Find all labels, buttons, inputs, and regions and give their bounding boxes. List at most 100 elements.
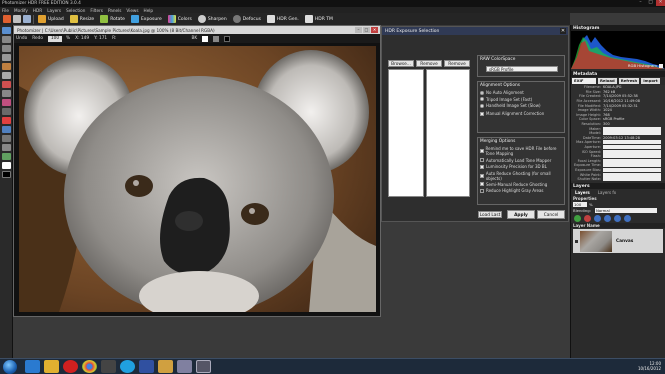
move-tool-icon[interactable] [2,27,11,34]
radio-no-auto-alignment[interactable]: No Auto Alignment [480,90,562,95]
image-close-button[interactable]: ✕ [371,27,378,33]
image-minimize-button[interactable]: – [355,27,362,33]
radio-handheld-image-set[interactable]: Handheld Image Set (Slow) [480,103,562,108]
metadata-value[interactable] [603,149,661,154]
check-auto-load-tone-mapper[interactable]: Automatically Load Tone Mapper [480,158,562,163]
undo-button[interactable]: Undo [16,36,27,41]
vpn-taskbar-icon[interactable] [139,360,154,373]
red-eye-tool-icon[interactable] [2,117,11,124]
colorspace-select[interactable]: sRGB Profile [486,66,558,72]
metadata-format-select[interactable]: EXIF [572,78,596,84]
exposure-list-left[interactable] [388,69,424,197]
system-clock[interactable]: 12:00 10/16/2012 [638,361,661,371]
menu-filters[interactable]: Filters [90,8,103,13]
add-layer-icon[interactable] [574,215,581,223]
lasso-tool-icon[interactable] [2,45,11,52]
exposure-list-right[interactable] [426,69,470,197]
redo-button[interactable]: Redo [32,36,43,41]
remove-button[interactable]: Remove [416,60,442,67]
menu-panels[interactable]: Panels [108,8,121,13]
koala-photo[interactable] [19,46,376,312]
menu-selection[interactable]: Selection [66,8,85,13]
image-maximize-button[interactable]: □ [363,27,370,33]
histogram-mode-checkbox[interactable] [659,64,663,68]
steam-taskbar-icon[interactable] [101,360,116,373]
metadata-value[interactable] [603,163,661,168]
layer-row-canvas[interactable]: Canvas [573,229,663,254]
skype-taskbar-icon[interactable] [120,360,135,373]
menu-views[interactable]: Views [126,8,138,13]
zoom-input[interactable]: 100 [48,35,63,42]
hdr-tm-button[interactable]: HDR TM [304,15,333,23]
chrome-taskbar-icon[interactable] [82,360,97,373]
metadata-value[interactable] [603,126,661,131]
metadata-value[interactable] [603,177,661,182]
reload-button[interactable]: Reload [598,78,617,84]
check-remind-save-hdr[interactable]: Remind me to save HDR File before Tone M… [480,146,562,156]
explorer-taskbar-icon[interactable] [44,360,59,373]
layer-down-icon[interactable] [604,215,611,223]
exposure-button[interactable]: Exposure [130,15,162,23]
menu-help[interactable]: Help [144,8,154,13]
defocus-button[interactable]: Defocus [232,15,261,23]
foreground-color-swatch[interactable] [2,162,11,169]
metadata-value[interactable] [603,158,661,163]
save-icon[interactable] [23,15,31,23]
eyedropper-tool-icon[interactable] [2,126,11,133]
menu-layers[interactable]: Layers [47,8,61,13]
refresh-button[interactable]: Refresh [618,78,640,84]
folder-taskbar-icon[interactable] [158,360,173,373]
select-tool-icon[interactable] [2,36,11,43]
fill-tool-icon[interactable] [2,99,11,106]
bk-black-swatch[interactable] [224,35,231,42]
load-last-button[interactable]: Load Last [478,211,502,218]
remove-all-button[interactable]: Remove All [444,60,470,74]
upload-button[interactable]: Upload [38,15,64,23]
check-auto-reduce-ghosting[interactable]: Auto Reduce Ghosting (for small objects) [480,171,562,181]
text-tool-icon[interactable] [2,108,11,115]
bk-white-swatch[interactable] [202,35,209,42]
minimize-button[interactable]: – [636,0,645,6]
smudge-tool-icon[interactable] [2,90,11,97]
check-reduce-highlight-gray[interactable]: Reduce Highlight Gray Areas [480,188,562,193]
menu-file[interactable]: File [2,8,9,13]
menu-hdr[interactable]: HDR [33,8,42,13]
metadata-value[interactable] [603,154,661,159]
sharpen-button[interactable]: Sharpen [197,15,227,23]
eraser-tool-icon[interactable] [2,72,11,79]
maximize-button[interactable]: □ [646,0,655,6]
opacity-input[interactable]: 100 [573,201,587,207]
rotate-button[interactable]: Rotate [100,15,125,23]
tab-layers-fx[interactable]: Layers fx [594,190,620,195]
duplicate-layer-icon[interactable] [624,215,631,223]
metadata-value[interactable] [603,145,661,150]
shape-tool-icon[interactable] [2,153,11,160]
photomizer-taskbar-icon[interactable] [196,360,211,373]
crop-tool-icon[interactable] [2,54,11,61]
colors-button[interactable]: Colors [167,15,192,23]
tab-layers[interactable]: Layers [571,190,594,195]
zoom-tool-icon[interactable] [2,135,11,142]
opera-taskbar-icon[interactable] [63,360,78,373]
layer-up-icon[interactable] [594,215,601,223]
resize-button[interactable]: Resize [69,15,94,23]
dialog-close-button[interactable]: ✕ [560,28,566,34]
cancel-button[interactable]: Cancel [537,210,565,219]
metadata-value[interactable] [603,167,661,172]
layer-visibility-icon[interactable] [575,239,578,243]
check-luminosity-precision[interactable]: Luminosity Precision for 3D BL [480,164,562,169]
open-icon[interactable] [13,15,21,23]
brush-tool-icon[interactable] [2,63,11,70]
ie-taskbar-icon[interactable] [25,360,40,373]
background-color-swatch[interactable] [2,171,11,178]
hdr-gen-button[interactable]: HDR Gen. [266,15,299,23]
apply-button[interactable]: Apply [507,210,535,219]
menu-modify[interactable]: Modify [14,8,28,13]
close-button[interactable]: ✕ [656,0,665,6]
merge-layer-icon[interactable] [614,215,621,223]
browse-button[interactable]: Browse... [388,60,414,67]
clone-tool-icon[interactable] [2,81,11,88]
import-button[interactable]: Import [641,78,660,84]
photo-taskbar-icon[interactable] [177,360,192,373]
home-icon[interactable] [3,15,11,23]
